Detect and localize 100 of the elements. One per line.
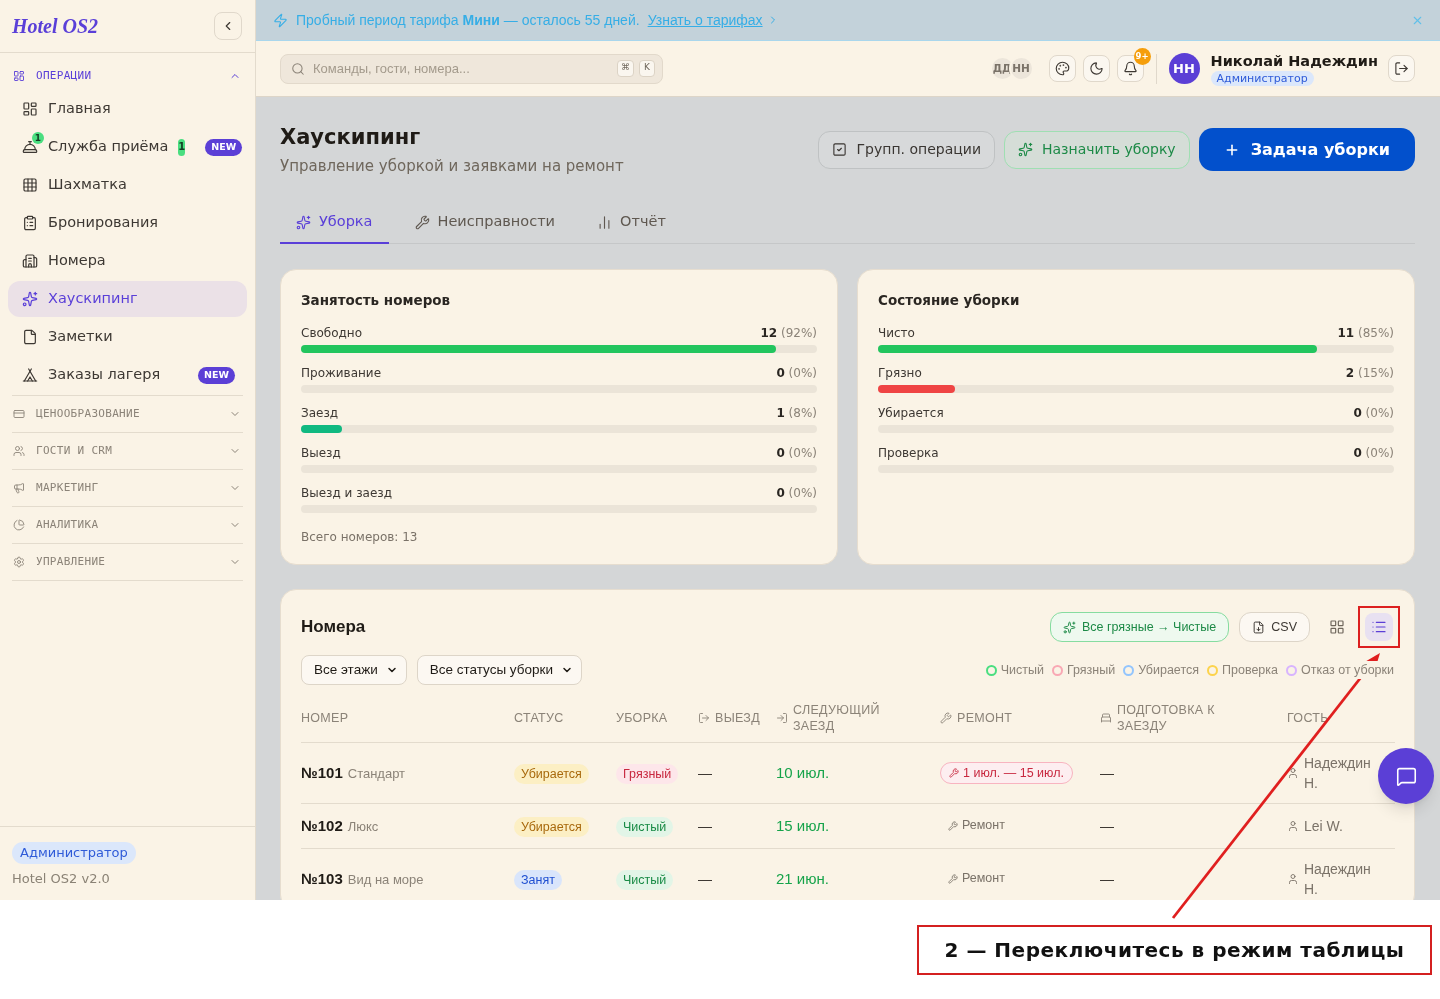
sparkle-icon bbox=[1018, 142, 1033, 157]
tent-icon bbox=[22, 367, 38, 383]
users-icon bbox=[13, 445, 25, 457]
stat-label: Убирается bbox=[878, 405, 944, 422]
preparation-value: — bbox=[1100, 870, 1114, 887]
wrench-icon bbox=[948, 820, 958, 831]
dark-mode-button[interactable] bbox=[1082, 55, 1110, 82]
logout-icon bbox=[1394, 61, 1409, 76]
search-icon bbox=[291, 61, 305, 76]
bed-icon bbox=[1100, 711, 1112, 724]
user-name: Николай Надеждин bbox=[1210, 51, 1378, 71]
card-title: Занятость номеров bbox=[301, 291, 452, 310]
status-badge: Убирается bbox=[514, 816, 589, 837]
preparation-value: — bbox=[1100, 817, 1114, 834]
checkbox-icon bbox=[831, 142, 847, 157]
section-header[interactable]: АНАЛИТИКА bbox=[12, 507, 244, 543]
page-subtitle: Управление уборкой и заявками на ремонт bbox=[280, 156, 624, 176]
credit-card-icon bbox=[13, 408, 25, 420]
stat-label: Заезд bbox=[301, 405, 339, 422]
building-icon bbox=[22, 253, 38, 269]
tab[interactable]: Отчёт bbox=[581, 202, 682, 244]
grid-icon bbox=[1329, 619, 1345, 635]
column-header: НОМЕР bbox=[301, 709, 349, 726]
nav-item[interactable]: Главная bbox=[8, 91, 247, 127]
notification-badge: 9+ bbox=[1133, 48, 1151, 65]
status-badge: Убирается bbox=[514, 763, 589, 784]
list-view-button[interactable] bbox=[1365, 613, 1393, 641]
stat-value: 2 (15%) bbox=[1345, 365, 1394, 382]
room-type: Стандарт bbox=[347, 765, 406, 781]
bell-icon bbox=[1122, 61, 1138, 76]
version-text: Hotel OS2 v2.0 bbox=[12, 869, 110, 888]
repair-button[interactable]: Ремонт bbox=[948, 816, 1005, 835]
nav-item[interactable]: Заказы лагеря NEW bbox=[8, 357, 247, 393]
repair-button[interactable]: Ремонт bbox=[948, 869, 1005, 888]
section-header[interactable]: МАРКЕТИНГ bbox=[12, 470, 244, 506]
room-number: №103 bbox=[301, 869, 343, 887]
room-type: Вид на море bbox=[347, 871, 424, 887]
clipboard-icon bbox=[22, 215, 38, 231]
sparkle-icon bbox=[1062, 620, 1076, 634]
stat-label: Выезд bbox=[301, 445, 341, 462]
guest-name: Надеждин Н. bbox=[1304, 753, 1372, 793]
bulk-operations-button[interactable]: Групп. операции bbox=[817, 130, 995, 169]
pie-chart-icon bbox=[13, 519, 25, 531]
user-icon bbox=[1287, 766, 1299, 779]
wrench-icon bbox=[949, 767, 959, 778]
dashboard-icon bbox=[13, 70, 25, 82]
column-header: ПОДГОТОВКА К ЗАЕЗДУ bbox=[1117, 701, 1216, 734]
tab[interactable]: Уборка bbox=[280, 202, 389, 244]
filter-select[interactable]: Все статусы уборки bbox=[416, 655, 582, 685]
assign-cleaning-button[interactable]: Назначить уборку bbox=[1004, 130, 1190, 169]
section-header[interactable]: ЦЕНООБРАЗОВАНИЕ bbox=[12, 396, 244, 432]
new-task-button[interactable]: Задача уборки bbox=[1198, 128, 1415, 171]
bulk-clean-button[interactable]: Все грязные → Чистые bbox=[1049, 612, 1230, 642]
stat-label: Чисто bbox=[878, 325, 915, 342]
nav-item[interactable]: Номера bbox=[8, 243, 247, 279]
section-title: Номера bbox=[301, 616, 366, 639]
chat-icon bbox=[1395, 765, 1417, 787]
enter-icon bbox=[776, 711, 788, 724]
file-download-icon bbox=[1252, 620, 1266, 634]
csv-export-button[interactable]: CSV bbox=[1239, 612, 1310, 642]
user-avatar[interactable]: НН bbox=[1168, 53, 1200, 84]
stat-value: 0 (0%) bbox=[776, 485, 817, 502]
sparkle-icon bbox=[22, 291, 38, 307]
stat-value: 0 (0%) bbox=[1353, 405, 1394, 422]
lightning-icon bbox=[273, 12, 288, 28]
filter-select[interactable]: Все этажи bbox=[301, 655, 407, 685]
stat-value: 0 (0%) bbox=[776, 445, 817, 462]
logout-button[interactable] bbox=[1388, 55, 1415, 82]
user-icon bbox=[1287, 872, 1299, 885]
palette-button[interactable] bbox=[1048, 55, 1076, 82]
nav-item[interactable]: Бронирования bbox=[8, 205, 247, 241]
nav-item[interactable]: Шахматка bbox=[8, 167, 247, 203]
section-header[interactable]: ГОСТИ И CRM bbox=[12, 433, 244, 469]
card-title: Состояние уборки bbox=[878, 291, 1021, 310]
room-type: Люкс bbox=[347, 818, 379, 834]
count-badge: 1 bbox=[178, 138, 186, 156]
bell-icon bbox=[22, 139, 38, 155]
status-badge: Занят bbox=[514, 869, 562, 890]
tab[interactable]: Неисправности bbox=[398, 202, 572, 244]
section-header[interactable]: УПРАВЛЕНИЕ bbox=[12, 544, 244, 580]
column-header: СЛЕДУЮЩИЙ ЗАЕЗД bbox=[793, 701, 881, 734]
stat-label: Грязно bbox=[878, 365, 922, 382]
wrench-icon bbox=[940, 711, 952, 724]
section-header[interactable]: ОПЕРАЦИИ bbox=[12, 62, 244, 90]
stat-label: Свободно bbox=[301, 325, 363, 342]
page-title: Хаускипинг bbox=[280, 124, 422, 151]
stat-value: 12 (92%) bbox=[760, 325, 817, 342]
nav-item[interactable]: 1 Служба приёма 1 NEW bbox=[8, 129, 247, 165]
settings-icon bbox=[13, 556, 25, 568]
new-badge: NEW bbox=[198, 366, 235, 384]
stat-label: Выезд и заезд bbox=[301, 485, 392, 502]
room-number: №102 bbox=[301, 816, 343, 834]
nav-item[interactable]: Заметки bbox=[8, 319, 247, 355]
app-logo: Hotel OS2 bbox=[12, 14, 99, 39]
stat-value: 0 (0%) bbox=[776, 365, 817, 382]
cleaning-badge: Чистый bbox=[616, 869, 674, 890]
nav-item[interactable]: Хаускипинг bbox=[8, 281, 247, 317]
wrench-icon bbox=[414, 214, 430, 230]
stat-value: 0 (0%) bbox=[1353, 445, 1394, 462]
sparkle-icon bbox=[296, 214, 311, 230]
